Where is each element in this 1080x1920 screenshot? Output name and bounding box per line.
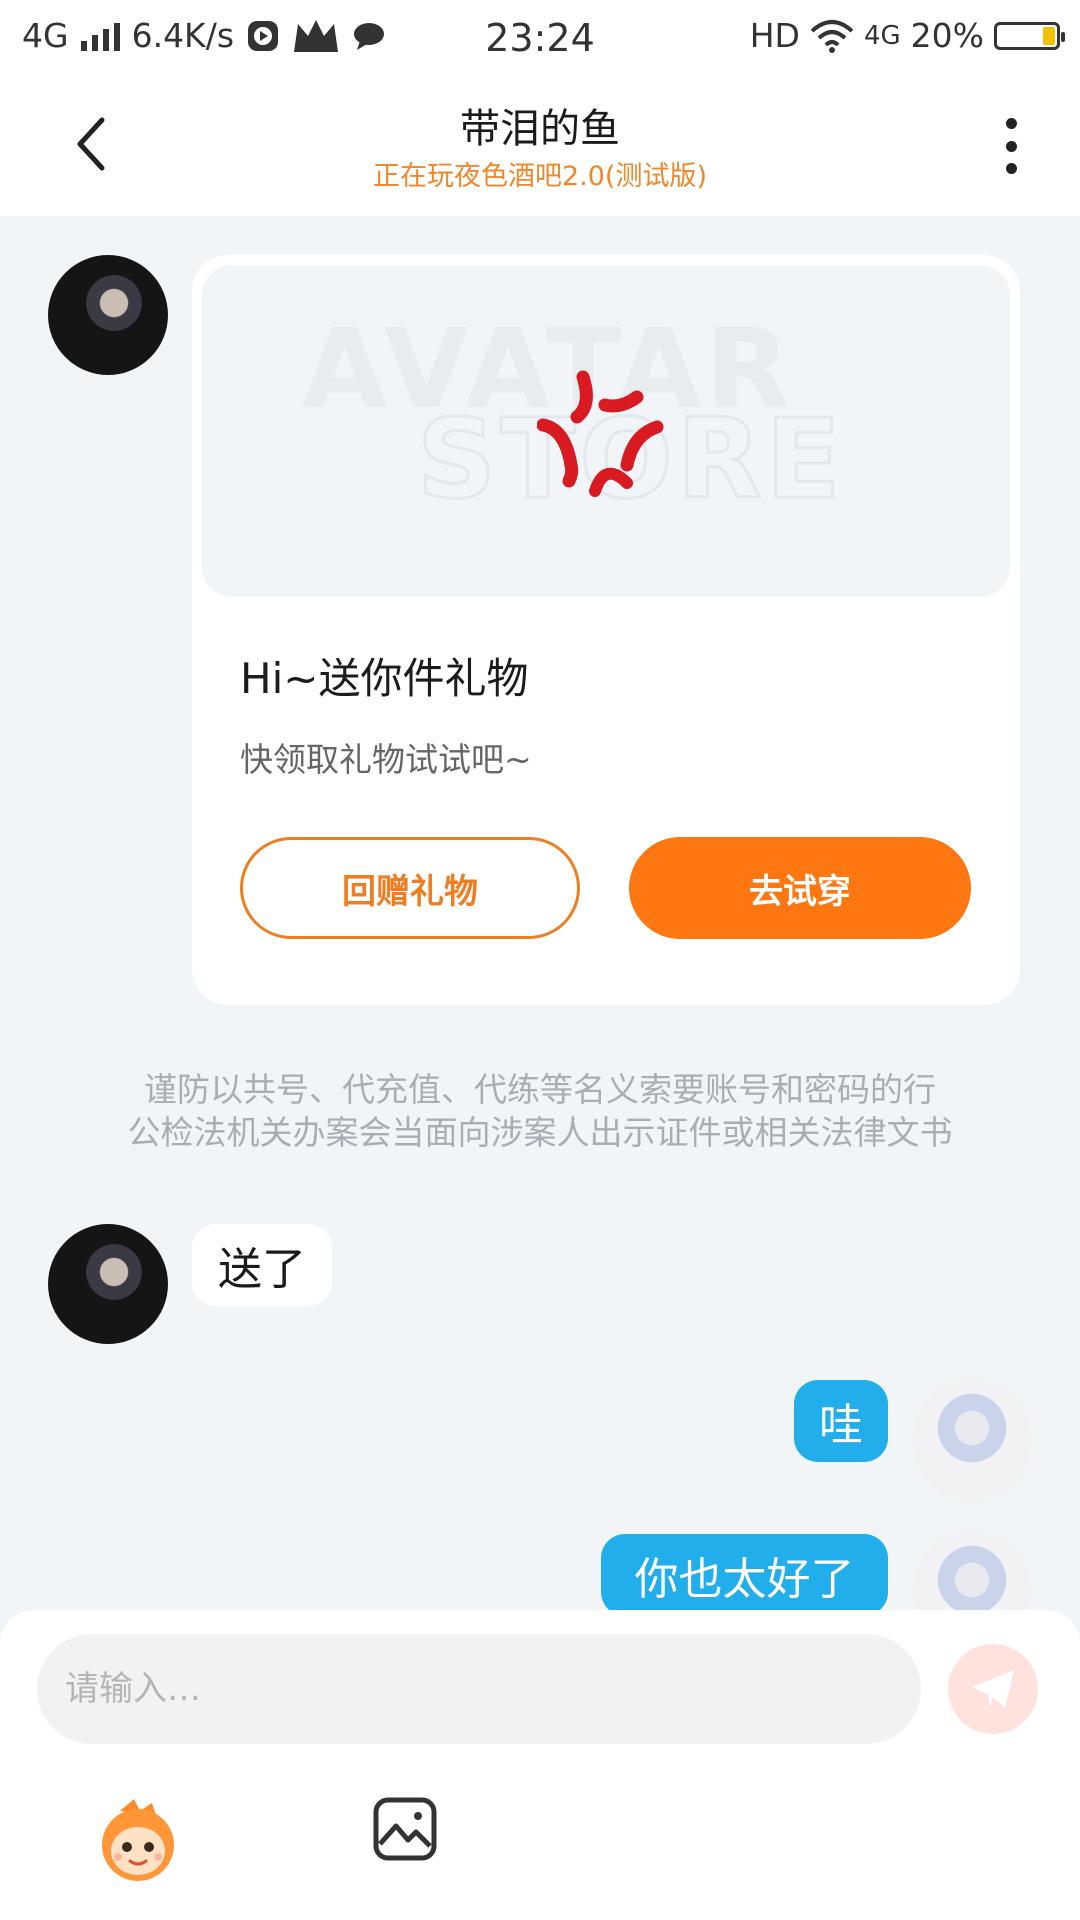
- send-button[interactable]: [948, 1644, 1038, 1734]
- page-subtitle: 正在玩夜色酒吧2.0(测试版): [372, 161, 707, 192]
- image-icon[interactable]: [372, 1796, 438, 1862]
- input-panel: [0, 1610, 1080, 1920]
- status-right: HD 4G 20%: [749, 16, 1065, 55]
- wifi-icon: [810, 19, 854, 53]
- hd-label: HD: [749, 16, 800, 55]
- avatar-self[interactable]: [912, 1380, 1032, 1500]
- notice-line-2: 公检法机关办案会当面向涉案人出示证件或相关法律文书: [127, 1113, 953, 1152]
- battery-icon: [994, 21, 1065, 50]
- safety-notice: 谨防以共号、代充值、代练等名义索要账号和密码的行 公检法机关办案会当面向涉案人出…: [60, 1068, 1020, 1154]
- send-icon: [972, 1670, 1014, 1708]
- chat-header: 带泪的鱼 正在玩夜色酒吧2.0(测试版): [0, 76, 1080, 216]
- gift-title: Hi~送你件礼物: [240, 654, 529, 703]
- gift-preview: AVATAR STORE: [202, 265, 1010, 597]
- gift-description: 快领取礼物试试吧~: [240, 740, 532, 779]
- avatar[interactable]: [48, 1224, 168, 1344]
- battery-percent: 20%: [910, 16, 984, 55]
- message-bubble-incoming[interactable]: 送了: [192, 1224, 332, 1306]
- message-input[interactable]: [37, 1634, 921, 1744]
- message-bubble-outgoing[interactable]: 哇: [794, 1380, 888, 1462]
- angry-mark-icon: [537, 370, 664, 497]
- status-bar: 4G 6.4K/s 23:24 HD 4G 20%: [0, 0, 1080, 76]
- gift-card: AVATAR STORE Hi~送你件礼物 快领取礼物试试吧~ 回赠礼物 去试穿: [192, 255, 1020, 1005]
- avatar[interactable]: [48, 255, 168, 375]
- notice-line-1: 谨防以共号、代充值、代练等名义索要账号和密码的行: [144, 1070, 936, 1109]
- page-title: 带泪的鱼: [460, 106, 620, 152]
- message-bubble-outgoing[interactable]: 你也太好了: [601, 1534, 888, 1616]
- try-on-button[interactable]: 去试穿: [629, 837, 971, 939]
- more-vertical-icon[interactable]: [996, 118, 1026, 174]
- mascot-emoji-icon[interactable]: [94, 1795, 182, 1883]
- network-type-right: 4G: [863, 20, 901, 51]
- return-gift-button[interactable]: 回赠礼物: [240, 837, 580, 939]
